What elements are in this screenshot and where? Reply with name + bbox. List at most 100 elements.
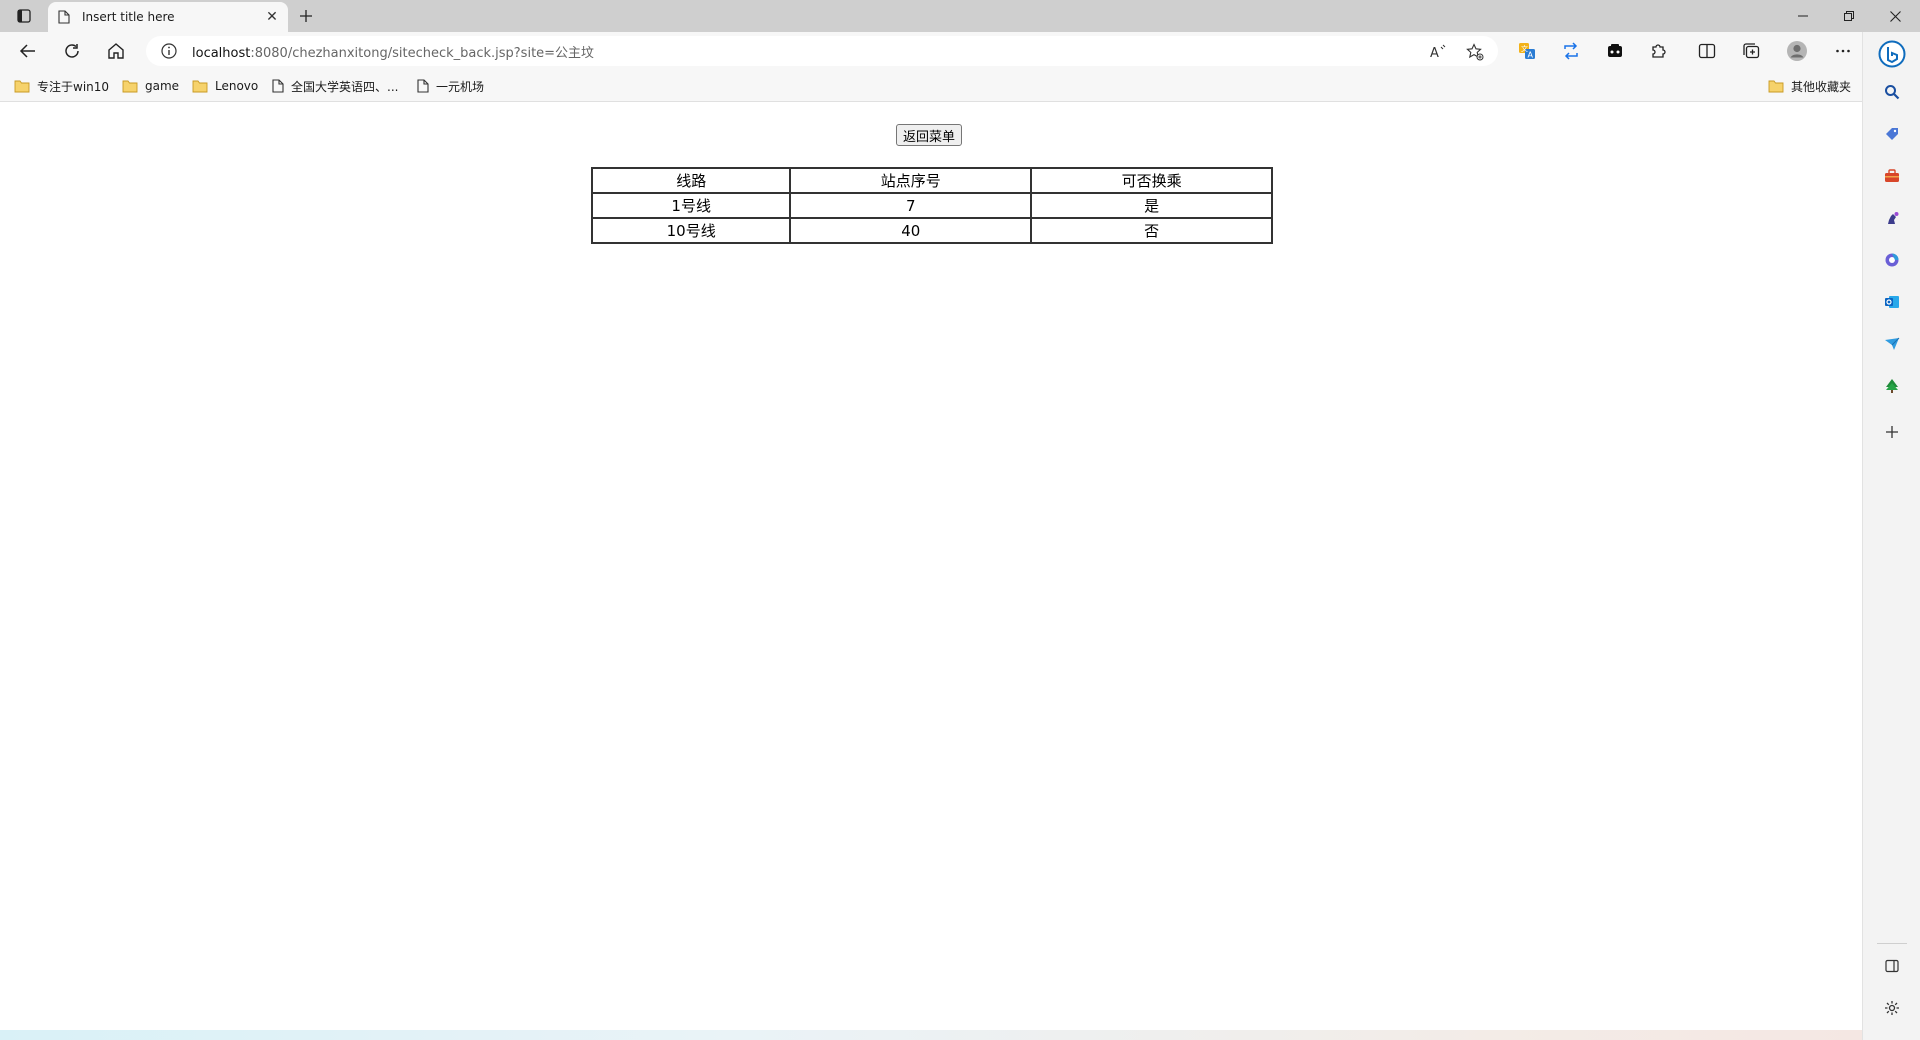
minimize-button[interactable] <box>1780 0 1826 32</box>
bing-icon <box>1878 40 1906 68</box>
tree-icon <box>1886 379 1898 393</box>
favorite-item[interactable]: game <box>122 77 179 95</box>
restore-icon <box>1844 11 1854 21</box>
home-icon <box>108 43 124 59</box>
favorite-item[interactable]: 一元机场 <box>417 77 484 95</box>
back-to-menu-button[interactable]: 返回菜单 <box>896 124 963 146</box>
table-cell: 10号线 <box>590 217 792 244</box>
new-tab-button[interactable] <box>294 4 318 28</box>
tab-strip: Insert title here ✕ <box>0 0 1920 32</box>
browser-window: Insert title here ✕ localhost:8080/chezh… <box>0 0 1920 1040</box>
tab-close-icon[interactable]: ✕ <box>262 7 282 27</box>
table-header-cell: 可否换乘 <box>1030 167 1273 194</box>
extension-black-icon <box>1608 44 1622 57</box>
address-bar[interactable]: localhost:8080/chezhanxitong/sitecheck_b… <box>146 36 1498 66</box>
favorite-item[interactable]: Lenovo <box>192 77 258 95</box>
avatar-icon <box>1787 41 1807 61</box>
hide-sidebar-button[interactable] <box>1882 956 1902 976</box>
outlook-button[interactable] <box>1882 292 1902 312</box>
tab-title: Insert title here <box>82 10 175 24</box>
more-menu-button[interactable] <box>1829 37 1857 65</box>
shopping-button[interactable] <box>1882 124 1902 144</box>
url-text: localhost:8080/chezhanxitong/sitecheck_b… <box>192 42 594 61</box>
table-cell: 40 <box>789 217 1033 244</box>
arrow-left-icon <box>19 44 35 58</box>
microsoft365-button[interactable] <box>1882 250 1902 270</box>
collections-icon <box>1743 43 1760 59</box>
page-icon <box>417 79 429 93</box>
plus-icon <box>300 10 312 22</box>
table-row: 10号线 40 否 <box>590 217 1273 244</box>
table-header-cell: 线路 <box>590 167 792 194</box>
home-button[interactable] <box>102 37 130 65</box>
tag-icon <box>1886 128 1898 140</box>
tree-button[interactable] <box>1882 376 1902 396</box>
read-aloud-icon[interactable]: A <box>1430 43 1448 61</box>
sidebar-divider <box>1877 943 1907 944</box>
split-screen-button[interactable] <box>1693 37 1721 65</box>
gear-icon <box>1885 1001 1899 1015</box>
close-icon <box>1889 10 1901 22</box>
back-button[interactable] <box>14 37 42 65</box>
toolbox-icon <box>1885 169 1899 182</box>
bing-chat-button[interactable] <box>1878 40 1906 68</box>
chess-icon <box>1888 212 1899 224</box>
url-host: localhost <box>192 45 251 61</box>
favorite-label: 专注于win10 <box>37 79 110 94</box>
page-content: 返回菜单 线路 站点序号 可否换乘 1号线 7 是 10号线 40 否 <box>0 102 1862 1030</box>
bottom-edge <box>0 1030 1862 1040</box>
favorite-item[interactable]: 全国大学英语四、... <box>272 77 398 95</box>
page-icon <box>272 79 284 93</box>
refresh-button[interactable] <box>58 37 86 65</box>
profile-button[interactable] <box>1783 37 1811 65</box>
collections-button[interactable] <box>1737 37 1765 65</box>
office-icon <box>1885 253 1899 267</box>
send-icon <box>1885 337 1900 350</box>
table-row: 1号线 7 是 <box>590 192 1273 219</box>
games-button[interactable] <box>1882 208 1902 228</box>
active-tab[interactable]: Insert title here ✕ <box>48 2 288 32</box>
favorite-label: game <box>145 79 180 93</box>
search-button[interactable] <box>1882 82 1902 102</box>
folder-icon <box>192 80 208 93</box>
add-favorite-icon[interactable] <box>1466 43 1484 61</box>
favorite-label: 全国大学英语四、... <box>291 79 399 94</box>
repeat-icon <box>1564 42 1578 60</box>
translate-icon: 文A <box>1519 43 1535 60</box>
other-favorites-label: 其他收藏夹 <box>1791 79 1852 94</box>
favorite-label: Lenovo <box>215 79 259 93</box>
other-favorites[interactable]: 其他收藏夹 <box>1768 77 1851 95</box>
send-button[interactable] <box>1882 334 1902 354</box>
tab-actions-icon <box>17 9 31 23</box>
page-icon <box>58 10 70 24</box>
close-window-button[interactable] <box>1872 0 1918 32</box>
browser-toolbar: localhost:8080/chezhanxitong/sitecheck_b… <box>0 32 1920 70</box>
info-icon[interactable] <box>160 42 178 60</box>
extensions-button[interactable] <box>1645 37 1673 65</box>
split-screen-icon <box>1698 43 1716 59</box>
favorites-bar: 专注于win10 game Lenovo 全国大学英语四、... 一元机场 其他… <box>0 70 1920 102</box>
restore-button[interactable] <box>1826 0 1872 32</box>
tab-actions-button[interactable] <box>10 4 38 28</box>
puzzle-icon <box>1652 44 1666 58</box>
folder-icon <box>14 80 30 93</box>
extension-button[interactable] <box>1601 37 1629 65</box>
table-header-cell: 站点序号 <box>789 167 1033 194</box>
url-path: :8080/chezhanxitong/sitecheck_back.jsp?s… <box>250 45 595 61</box>
table-cell: 1号线 <box>590 192 792 219</box>
favorite-label: 一元机场 <box>436 79 485 94</box>
add-sidebar-button[interactable] <box>1882 422 1902 442</box>
table-cell: 是 <box>1030 192 1273 219</box>
translate-button[interactable]: 文A <box>1513 37 1541 65</box>
more-icon <box>1836 49 1850 53</box>
plus-icon <box>1886 426 1898 438</box>
minimize-icon <box>1798 15 1808 17</box>
tools-button[interactable] <box>1882 166 1902 186</box>
sidebar-settings-button[interactable] <box>1882 998 1902 1018</box>
folder-icon <box>1768 80 1784 93</box>
svg-text:A: A <box>1430 46 1439 60</box>
favorite-item[interactable]: 专注于win10 <box>14 77 109 95</box>
search-icon <box>1885 85 1900 100</box>
sync-extension-button[interactable] <box>1557 37 1585 65</box>
outlook-icon <box>1885 296 1899 308</box>
